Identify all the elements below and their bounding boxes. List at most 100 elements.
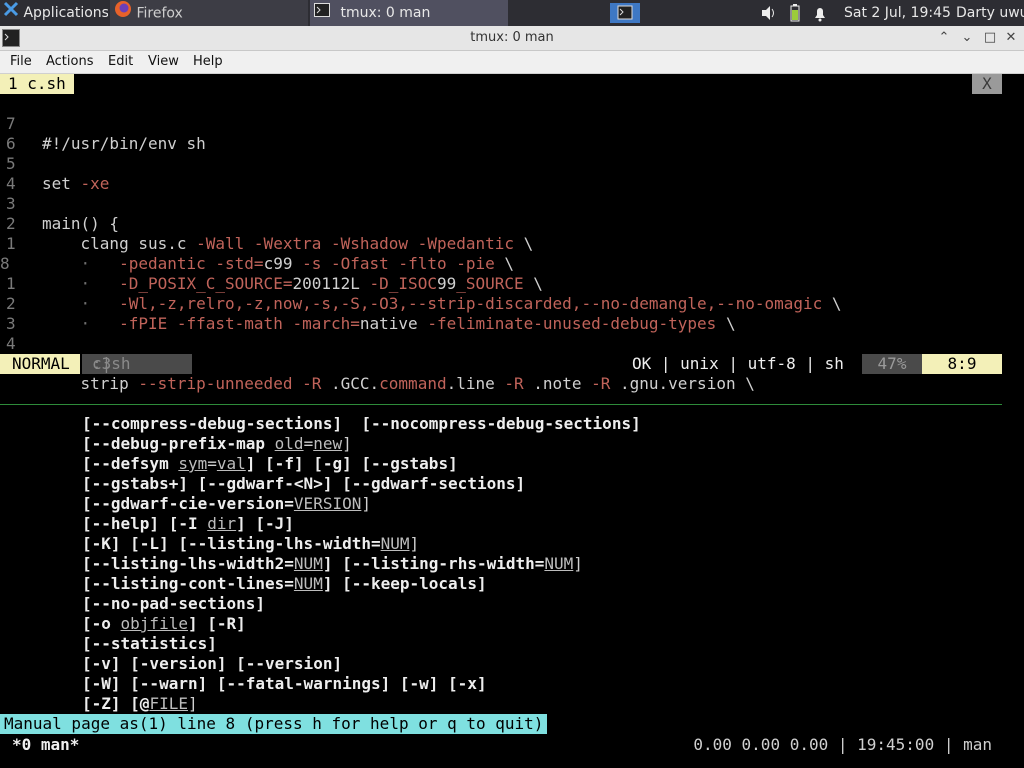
man-line: [--gdwarf-cie-version=VERSION] bbox=[0, 494, 1024, 514]
menu-actions[interactable]: Actions bbox=[46, 51, 94, 73]
terminal-icon bbox=[314, 0, 330, 26]
man-option: [--listing-lhs-width2= bbox=[82, 554, 294, 573]
man-option: [-v] [-version] [--version] bbox=[82, 654, 343, 673]
user-name[interactable]: Darty uwu bbox=[956, 0, 1024, 26]
man-arg: new bbox=[313, 434, 343, 453]
menu-help[interactable]: Help bbox=[193, 51, 223, 73]
man-arg: VERSION bbox=[293, 494, 362, 513]
code-text: .GCC. bbox=[321, 374, 380, 393]
code-line: 7 #!/usr/bin/env sh bbox=[0, 94, 1024, 153]
code-line: 5 strip --strip-unneeded -R .GCC.command… bbox=[0, 334, 1024, 393]
man-line: [--help] [-I dir] [-J] bbox=[0, 514, 1024, 534]
pane-divider[interactable] bbox=[0, 404, 1002, 405]
minimize-icon[interactable]: ⌃ bbox=[935, 29, 953, 47]
man-text: ] bbox=[409, 534, 420, 553]
code-text: strip bbox=[42, 374, 139, 393]
man-line: [-v] [-version] [--version] bbox=[0, 654, 1024, 674]
man-line: [--compress-debug-sections] [--nocompres… bbox=[0, 414, 1024, 434]
man-option: ] [-R] bbox=[187, 614, 246, 633]
code-line: 8 · -D_POSIX_C_SOURCE=200112L -D_ISOC99_… bbox=[0, 234, 1024, 293]
man-text: = bbox=[303, 434, 314, 453]
man-arg: NUM bbox=[544, 554, 574, 573]
terminal-task-label: tmux: 0 man bbox=[340, 5, 431, 21]
code-line: 5 set -xe bbox=[0, 134, 1024, 193]
man-arg: FILE bbox=[149, 694, 188, 713]
code-line: 2 · -fPIE -ffast-math -march=native -fel… bbox=[0, 274, 1024, 333]
man-line: [--gstabs+] [--gdwarf-<N>] [--gdwarf-sec… bbox=[0, 474, 1024, 494]
vim-close-tab[interactable]: X bbox=[972, 74, 1002, 94]
code-line: 3 bbox=[0, 294, 1024, 333]
man-option: [--help] [-I bbox=[82, 514, 208, 533]
code-line: 6 bbox=[0, 114, 1024, 153]
man-line: [--listing-lhs-width2=NUM] [--listing-rh… bbox=[0, 554, 1024, 574]
man-line: [-W] [--warn] [--fatal-warnings] [-w] [-… bbox=[0, 674, 1024, 694]
code-line: 4 bbox=[0, 314, 1024, 353]
man-arg: val bbox=[216, 454, 246, 473]
man-option: ] [--keep-locals] bbox=[322, 574, 487, 593]
window-titlebar[interactable]: tmux: 0 man ⌃ ⌄ □ ✕ bbox=[0, 26, 1024, 51]
window-title: tmux: 0 man bbox=[470, 30, 554, 45]
code-line: 3 main() { bbox=[0, 174, 1024, 233]
man-option: [--gstabs+] [--gdwarf-<N>] [--gdwarf-sec… bbox=[82, 474, 526, 493]
man-arg: NUM bbox=[293, 554, 323, 573]
man-arg: NUM bbox=[380, 534, 410, 553]
man-option: [-K] [-L] [--listing-lhs-width= bbox=[82, 534, 381, 553]
man-text: ] bbox=[187, 694, 198, 713]
vim-file-section: c.sh | :3 bbox=[82, 354, 192, 374]
volume-icon[interactable] bbox=[760, 0, 778, 26]
firefox-icon bbox=[114, 0, 132, 26]
man-option: [--no-pad-sections] bbox=[82, 594, 266, 613]
man-text: = bbox=[207, 454, 217, 473]
man-arg: old bbox=[274, 434, 304, 453]
tmux-statusbar: *0 man* 0.00 0.00 0.00 | 19:45:00 | man bbox=[0, 734, 1024, 756]
maximize-icon[interactable]: ⌄ bbox=[958, 29, 976, 47]
man-line: [--listing-cont-lines=NUM] [--keep-local… bbox=[0, 574, 1024, 594]
clock[interactable]: Sat 2 Jul, 19:45 bbox=[844, 0, 951, 26]
vim-linecol: 8:9 bbox=[922, 354, 1002, 374]
man-line: [-o objfile] [-R] bbox=[0, 614, 1024, 634]
menu-file[interactable]: File bbox=[10, 51, 32, 73]
man-option: [-W] [--warn] [--fatal-warnings] [-w] [-… bbox=[82, 674, 487, 693]
tmux-status-right: 0.00 0.00 0.00 | 19:45:00 | man bbox=[693, 735, 992, 754]
battery-icon[interactable] bbox=[788, 0, 802, 26]
menu-view[interactable]: View bbox=[148, 51, 179, 73]
applications-menu[interactable]: Applications bbox=[0, 0, 108, 26]
man-line: [--debug-prefix-map old=new] bbox=[0, 434, 1024, 454]
man-text: ] bbox=[361, 494, 371, 513]
man-arg: NUM bbox=[293, 574, 323, 593]
man-option: [--statistics] bbox=[82, 634, 217, 653]
man-option: ] [-J] bbox=[236, 514, 294, 533]
taskbar-firefox[interactable]: Firefox bbox=[110, 0, 308, 26]
code-line: 1 · -Wl,-z,relro,-z,now,-s,-S,-O3,--stri… bbox=[0, 254, 1024, 313]
code-line: 1 · -pedantic -std=c99 -s -Ofast -flto -… bbox=[0, 214, 1024, 273]
man-option: [--defsym bbox=[82, 454, 179, 473]
vim-percent: 47% bbox=[862, 354, 922, 374]
xfce-logo-icon bbox=[3, 0, 19, 26]
code-text: .gnu.version \ bbox=[610, 374, 755, 393]
man-text: ] bbox=[573, 554, 583, 573]
man-option: [--listing-cont-lines= bbox=[82, 574, 294, 593]
tmux-window-tab[interactable]: *0 man* bbox=[12, 734, 79, 756]
man-prompt[interactable]: Manual page as(1) line 8 (press h for he… bbox=[0, 714, 548, 734]
man-option: [-Z] [@ bbox=[82, 694, 150, 713]
taskbar-terminal[interactable]: tmux: 0 man bbox=[310, 0, 508, 26]
code-flag: -R bbox=[591, 374, 611, 393]
vim-buffer-tab[interactable]: 1 c.sh bbox=[0, 74, 74, 94]
code-flag: command bbox=[379, 374, 447, 393]
terminal-area[interactable]: 1 c.sh X 7 #!/usr/bin/env sh 6 5 set -xe… bbox=[0, 74, 1024, 768]
code-flag: --strip-unneeded -R bbox=[138, 374, 322, 393]
man-line: [-K] [-L] [--listing-lhs-width=NUM] bbox=[0, 534, 1024, 554]
man-option: [--gdwarf-cie-version= bbox=[82, 494, 294, 513]
menu-edit[interactable]: Edit bbox=[108, 51, 133, 73]
workspace-terminal-icon bbox=[617, 5, 633, 20]
notification-bell-icon[interactable] bbox=[812, 0, 828, 26]
code-flag: -R bbox=[504, 374, 524, 393]
workspace-switcher[interactable] bbox=[610, 3, 640, 23]
restore-icon[interactable]: □ bbox=[981, 29, 999, 47]
code-text: .line bbox=[446, 374, 505, 393]
man-option: [--nocompress-debug-sections] bbox=[342, 414, 641, 433]
firefox-label: Firefox bbox=[136, 5, 183, 22]
close-icon[interactable]: ✕ bbox=[1002, 29, 1020, 47]
vim-file-info: OK | unix | utf-8 | sh bbox=[632, 354, 844, 373]
man-arg: objfile bbox=[120, 614, 188, 633]
